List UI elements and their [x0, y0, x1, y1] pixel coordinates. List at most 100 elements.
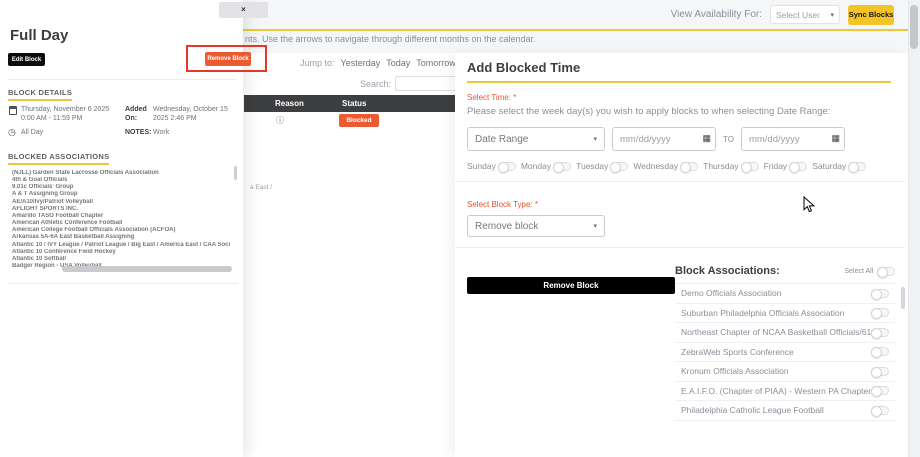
weekday-instructions: Please select the week day(s) you wish t…	[467, 106, 891, 117]
view-availability-label: View Availability For:	[671, 9, 762, 20]
blocked-association-item: AFLIGHT SPORTS INC.	[12, 206, 230, 213]
date-from-input[interactable]	[612, 127, 716, 151]
info-icon[interactable]: ⓘ	[276, 115, 284, 126]
toggle-switch[interactable]	[498, 162, 516, 171]
date-range-select[interactable]: Date Range ▾	[467, 127, 605, 151]
weekday-toggle[interactable]: Wednesday	[633, 161, 698, 171]
blocked-associations-list[interactable]: (NJLL) Garden State Lacrosse Officials A…	[8, 164, 238, 276]
calendar-icon[interactable]: ▦	[702, 134, 711, 143]
submit-column: Remove Block	[467, 265, 675, 421]
toggle-switch[interactable]	[848, 162, 866, 171]
weekday-toggles: Sunday Monday Tuesday Wednesday	[467, 161, 891, 171]
blocked-association-item: Arkansas 5A-6A East Basketball Assigning	[12, 234, 230, 241]
panel-title: Add Blocked Time	[467, 60, 891, 83]
list-scrollbar-thumb[interactable]	[234, 166, 237, 180]
weekday-toggle[interactable]: Monday	[521, 161, 571, 171]
jump-today-link[interactable]: Today	[386, 58, 410, 68]
toggle-switch[interactable]	[610, 162, 628, 171]
association-label: Suburban Philadelphia Officials Associat…	[681, 308, 844, 318]
toggle-switch[interactable]	[789, 162, 807, 171]
association-row: Suburban Philadelphia Officials Associat…	[675, 304, 895, 324]
panel-bottom-section: Remove Block Block Associations: Select …	[467, 265, 891, 421]
chevron-down-icon: ▾	[593, 222, 597, 230]
association-label: Philadelphia Catholic League Football	[681, 405, 824, 415]
toggle-switch[interactable]	[741, 162, 759, 171]
weekday-toggle[interactable]: Tuesday	[576, 161, 628, 171]
weekday-toggle[interactable]: Thursday	[703, 161, 758, 171]
remove-block-button[interactable]: Remove Block	[205, 52, 251, 66]
toggle-switch[interactable]	[553, 162, 571, 171]
blocked-status-button[interactable]: Blocked	[339, 114, 379, 127]
association-row: Philadelphia Catholic League Football	[675, 401, 895, 421]
select-all-toggle[interactable]	[877, 267, 895, 276]
weekday-label: Tuesday	[576, 161, 608, 171]
block-associations-column: Block Associations: Select All Demo Offi…	[675, 265, 895, 421]
weekday-label: Monday	[521, 161, 551, 171]
block-date-range: Thursday, November 6 2025 0:00 AM - 11:5…	[21, 105, 123, 123]
toggle-switch[interactable]	[871, 328, 889, 337]
jump-yesterday-link[interactable]: Yesterday	[341, 58, 381, 68]
association-row: Northeast Chapter of NCAA Basketball Off…	[675, 323, 895, 343]
page-scrollbar[interactable]	[908, 0, 920, 457]
jump-to-row: Jump to: Yesterday Today Tomorrow	[300, 58, 456, 68]
weekday-label: Thursday	[703, 161, 738, 171]
toggle-switch[interactable]	[871, 367, 889, 376]
blocked-association-item: 9.01c Officials' Group	[12, 184, 230, 191]
block-type-select[interactable]: Remove block ▾	[467, 215, 605, 237]
date-range-value: Date Range	[475, 134, 528, 145]
block-details-heading: BLOCK DETAILS	[8, 88, 72, 101]
weekday-toggle[interactable]: Sunday	[467, 161, 516, 171]
added-on-label: Added On:	[125, 105, 151, 123]
association-row: ZebraWeb Sports Conference	[675, 343, 895, 363]
block-type-value: Remove block	[475, 221, 538, 232]
date-from-field: ▦	[612, 127, 716, 151]
toggle-switch[interactable]	[871, 347, 889, 356]
page-scrollbar-thumb[interactable]	[910, 5, 918, 49]
chevron-down-icon: ▾	[593, 135, 597, 143]
to-label: TO	[723, 135, 734, 144]
select-user-placeholder: Select User	[776, 10, 820, 20]
list-scrollbar-thumb[interactable]	[901, 287, 905, 309]
horizontal-scrollbar-thumb[interactable]	[62, 266, 232, 272]
toggle-switch[interactable]	[871, 406, 889, 415]
association-row: Demo Officials Association	[675, 284, 895, 304]
block-associations-header: Block Associations: Select All	[675, 265, 895, 277]
search-input[interactable]	[395, 76, 463, 91]
jump-tomorrow-link[interactable]: Tomorrow	[416, 58, 456, 68]
toggle-switch[interactable]	[871, 386, 889, 395]
select-all-control[interactable]: Select All	[844, 267, 895, 276]
weekday-toggle[interactable]: Friday	[764, 161, 808, 171]
weekday-label: Sunday	[467, 161, 496, 171]
calendar-icon[interactable]: ▦	[831, 134, 840, 143]
weekday-toggle[interactable]: Saturday	[812, 161, 866, 171]
blocked-association-item: 4th & Goal Officials	[12, 177, 230, 184]
toggle-switch[interactable]	[680, 162, 698, 171]
select-user-dropdown[interactable]: Select User ▾	[770, 5, 840, 24]
column-reason: Reason	[275, 99, 342, 108]
search-row: Search:	[360, 76, 463, 91]
select-block-type-required-label: Select Block Type: *	[467, 200, 891, 209]
background-text-fragment: a East /	[250, 184, 272, 191]
sync-blocks-button[interactable]: Sync Blocks	[848, 5, 894, 25]
remove-block-submit-button[interactable]: Remove Block	[467, 277, 675, 294]
app-window: View Availability For: Select User ▾ Syn…	[0, 0, 920, 457]
toggle-switch[interactable]	[871, 289, 889, 298]
add-blocked-time-panel: Add Blocked Time Select Time: * Please s…	[455, 53, 905, 457]
jump-to-label: Jump to:	[300, 58, 335, 68]
added-on-value: Wednesday, October 15 2025 2:46 PM	[153, 105, 233, 123]
select-time-required-label: Select Time: *	[467, 93, 891, 102]
date-to-input[interactable]	[741, 127, 845, 151]
column-status: Status	[342, 99, 366, 108]
edit-block-button[interactable]: Edit Block	[8, 53, 45, 66]
association-label: ZebraWeb Sports Conference	[681, 347, 794, 357]
block-associations-title: Block Associations:	[675, 265, 780, 277]
toggle-switch[interactable]	[871, 308, 889, 317]
search-label: Search:	[360, 79, 391, 89]
weekday-label: Wednesday	[633, 161, 678, 171]
blocked-association-item: AE/A10/Ivy/Patriot Volleyball	[12, 199, 230, 206]
association-label: E.A.I.F.O. (Chapter of PIAA) - Western P…	[681, 386, 871, 396]
full-day-modal: × Full Day Edit Block Remove Block BLOCK…	[0, 0, 243, 457]
blocked-association-item: Amarillo TASO Football Chapter	[12, 213, 230, 220]
close-icon[interactable]: ×	[219, 2, 268, 18]
date-range-row: Date Range ▾ ▦ TO ▦	[467, 127, 891, 151]
